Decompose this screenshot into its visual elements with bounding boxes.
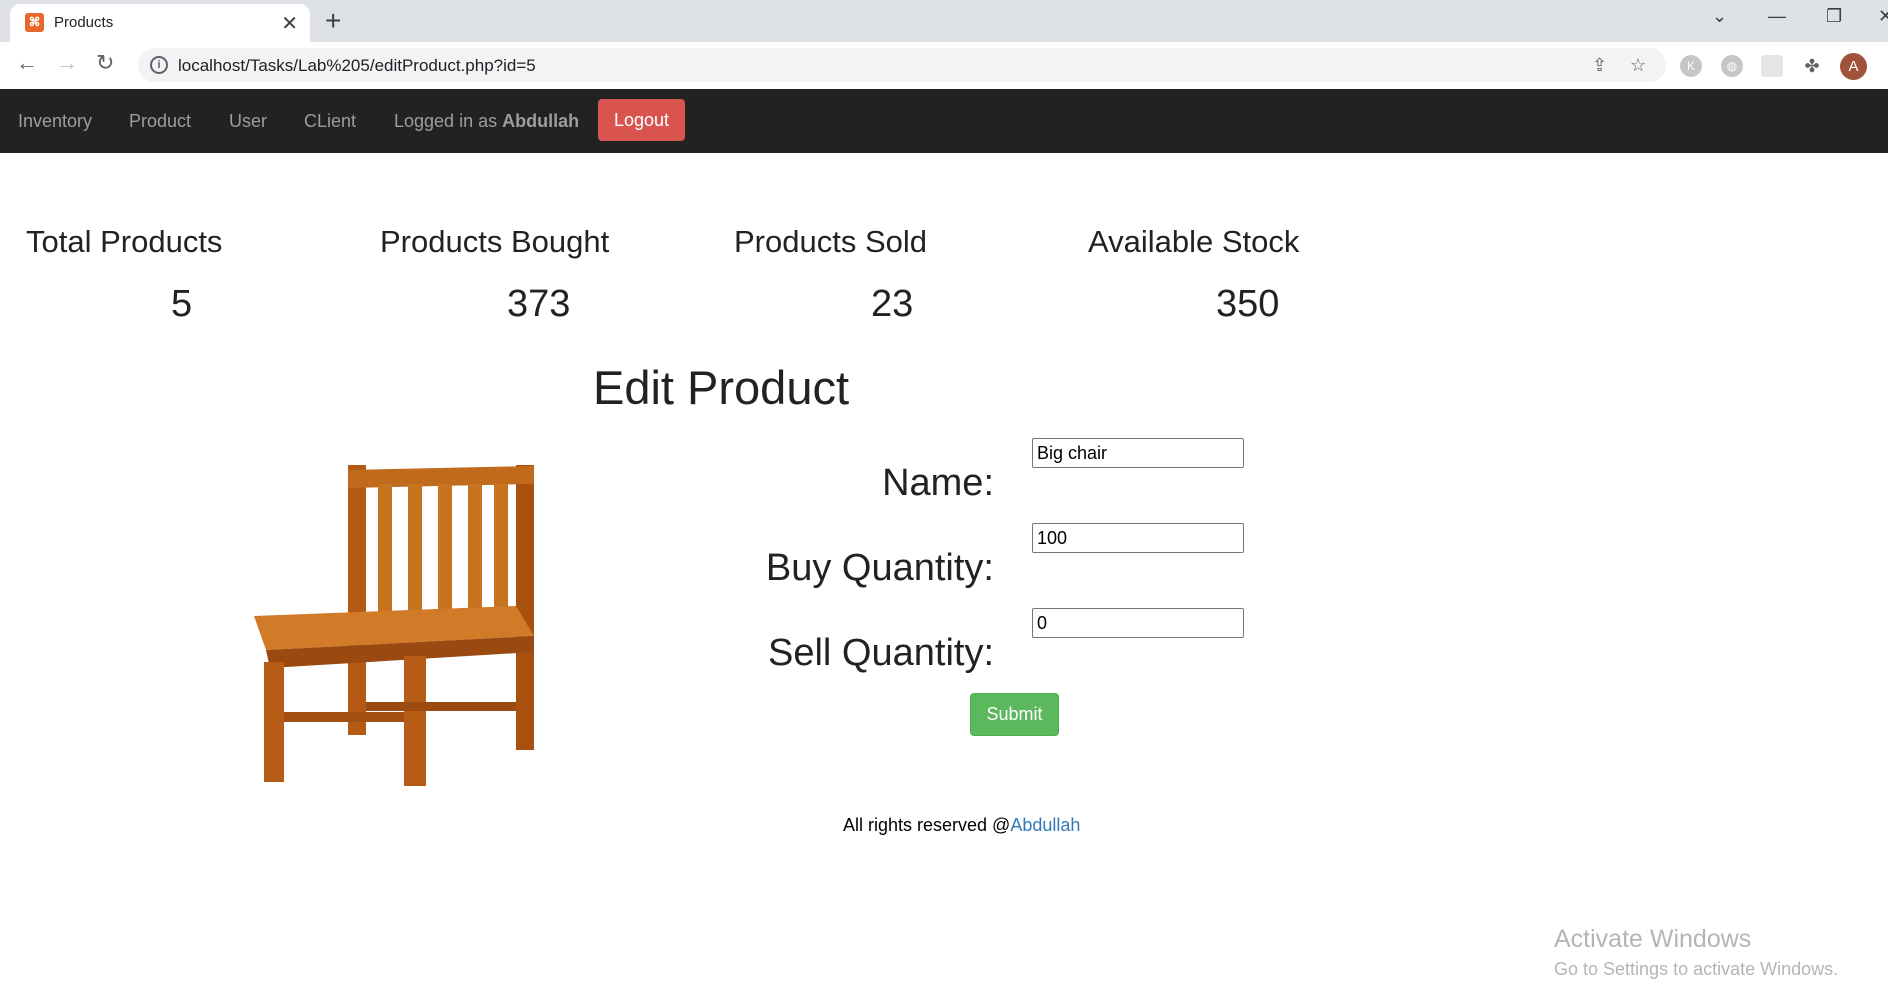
omnibox[interactable]: i localhost/Tasks/Lab%205/editProduct.ph… <box>138 48 1666 82</box>
site-info-icon[interactable]: i <box>150 56 168 74</box>
stat-value-available-stock: 350 <box>1216 283 1280 325</box>
extension-k-icon[interactable]: K <box>1680 55 1702 77</box>
extension-square-icon[interactable] <box>1761 55 1783 77</box>
buy-quantity-input[interactable] <box>1032 523 1244 553</box>
new-tab-icon[interactable]: + <box>325 4 341 38</box>
nav-client[interactable]: CLient <box>304 111 356 132</box>
chair-front-left-leg <box>264 662 284 782</box>
address-bar-row: ← → ↻ i localhost/Tasks/Lab%205/editProd… <box>0 42 1888 90</box>
reload-icon[interactable]: ↻ <box>96 50 114 76</box>
activate-windows-title: Activate Windows <box>1554 925 1752 953</box>
tab-search-chevron-icon[interactable]: ⌄ <box>1712 6 1727 27</box>
restore-icon[interactable]: ❐ <box>1826 6 1842 27</box>
close-tab-icon[interactable]: ✕ <box>281 11 298 36</box>
browser-tab-strip: ⌘ Products ✕ + ⌄ — ❐ ✕ <box>0 0 1888 42</box>
logged-in-prefix: Logged in as <box>394 111 498 131</box>
stat-label-available-stock: Available Stock <box>1088 224 1300 259</box>
footer-text: All rights reserved @ <box>843 815 1011 835</box>
activate-windows-subtitle: Go to Settings to activate Windows. <box>1554 959 1839 979</box>
extension-globe-icon[interactable]: ◍ <box>1721 55 1743 77</box>
stat-value-products-bought: 373 <box>507 283 571 325</box>
stat-label-products-bought: Products Bought <box>380 224 610 259</box>
extensions-puzzle-icon[interactable]: ✤ <box>1801 55 1823 77</box>
url-text[interactable]: localhost/Tasks/Lab%205/editProduct.php?… <box>178 56 536 76</box>
chair-front-right-leg <box>404 656 426 786</box>
nav-user[interactable]: User <box>229 111 267 132</box>
name-label: Name: <box>882 462 994 504</box>
footer: All rights reserved @Abdullah <box>843 815 1080 836</box>
minimize-icon[interactable]: — <box>1768 6 1786 27</box>
xampp-favicon-icon: ⌘ <box>25 13 44 32</box>
logout-button[interactable]: Logout <box>598 99 685 141</box>
submit-button[interactable]: Submit <box>970 693 1059 736</box>
nav-product[interactable]: Product <box>129 111 191 132</box>
nav-inventory[interactable]: Inventory <box>18 111 92 132</box>
chair-side-rung <box>366 702 516 711</box>
bookmark-star-icon[interactable]: ☆ <box>1630 55 1646 76</box>
product-chair-image <box>254 465 534 786</box>
footer-author-link[interactable]: Abdullah <box>1010 815 1080 835</box>
stat-label-total-products: Total Products <box>26 224 223 259</box>
browser-tab[interactable]: ⌘ Products ✕ <box>10 4 310 42</box>
chair-right-upright <box>516 465 534 750</box>
name-input[interactable] <box>1032 438 1244 468</box>
back-arrow-icon[interactable]: ← <box>16 50 38 76</box>
stat-value-products-sold: 23 <box>871 283 914 325</box>
share-icon[interactable]: ⇪ <box>1592 55 1607 76</box>
profile-avatar[interactable]: A <box>1840 53 1867 80</box>
sell-quantity-label: Sell Quantity: <box>768 632 994 674</box>
logged-in-status: Logged in as Abdullah <box>394 111 579 132</box>
logged-in-username: Abdullah <box>502 111 580 131</box>
chair-front-rung <box>284 712 404 722</box>
buy-quantity-label: Buy Quantity: <box>765 547 994 589</box>
site-navbar: Inventory Product User CLient Logged in … <box>0 89 1888 153</box>
stat-value-total-products: 5 <box>171 283 193 325</box>
stat-label-products-sold: Products Sold <box>734 224 927 259</box>
page-title: Edit Product <box>593 361 850 414</box>
forward-arrow-icon[interactable]: → <box>56 50 78 76</box>
sell-quantity-input[interactable] <box>1032 608 1244 638</box>
tab-title: Products <box>54 14 114 31</box>
chair-left-upright <box>348 465 366 735</box>
close-window-icon[interactable]: ✕ <box>1878 6 1888 27</box>
